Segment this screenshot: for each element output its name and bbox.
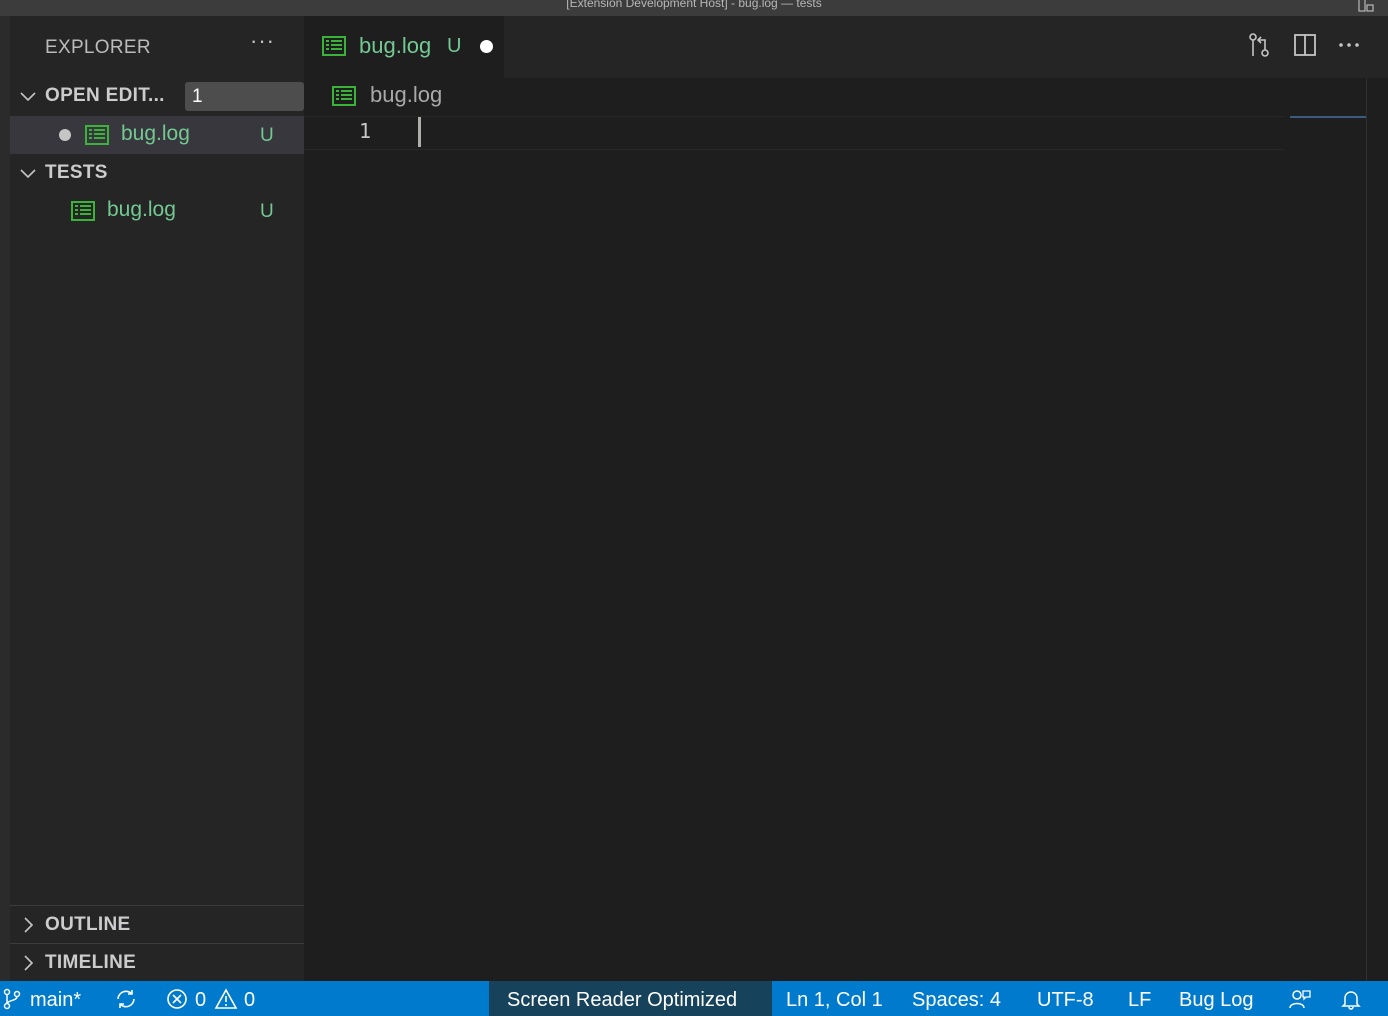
current-line[interactable]: 1 — [304, 116, 1284, 150]
git-branch[interactable]: main* — [30, 981, 81, 1016]
git-status-untracked: U — [260, 201, 274, 222]
open-editor-item-bug-log[interactable]: bug.log U — [10, 116, 304, 154]
indentation[interactable]: Spaces: 4 — [912, 981, 1001, 1016]
chevron-down-icon — [20, 169, 36, 179]
log-file-icon — [332, 86, 356, 106]
more-actions-icon[interactable] — [1334, 30, 1364, 60]
error-count[interactable]: 0 — [195, 981, 206, 1016]
log-file-icon — [71, 201, 95, 221]
window-title: [Extension Development Host] - bug.log —… — [566, 0, 822, 10]
outline-title: OUTLINE — [45, 914, 131, 935]
chevron-down-icon — [20, 92, 36, 102]
vertical-scrollbar[interactable] — [1366, 78, 1367, 981]
editor-area: bug.log U bug.log 1 — [304, 16, 1388, 981]
warning-count[interactable]: 0 — [244, 981, 255, 1016]
notifications-bell-icon[interactable] — [1340, 988, 1362, 1010]
cursor-position[interactable]: Ln 1, Col 1 — [786, 981, 883, 1016]
tests-folder-title: TESTS — [45, 162, 108, 183]
text-cursor — [418, 117, 421, 147]
breadcrumb[interactable]: bug.log — [304, 78, 1388, 116]
title-bar: [Extension Development Host] - bug.log —… — [0, 0, 1388, 16]
screen-reader-label: Screen Reader Optimized — [507, 989, 738, 1011]
git-status-untracked: U — [260, 125, 274, 146]
tree-file-name: bug.log — [107, 198, 176, 221]
log-file-icon — [322, 36, 346, 56]
unsaved-count-badge: 1 UNSAVED — [185, 82, 304, 136]
explorer-more-actions-icon[interactable]: ··· — [250, 28, 275, 54]
open-editor-file-name: bug.log — [121, 122, 190, 145]
log-file-icon — [85, 125, 109, 145]
chevron-right-icon — [24, 917, 34, 933]
tests-folder-section-header[interactable]: TESTS — [10, 155, 304, 191]
unsaved-dot-icon[interactable] — [59, 129, 71, 141]
breadcrumb-file-name: bug.log — [370, 82, 443, 107]
split-editor-icon[interactable] — [1290, 30, 1320, 60]
line-number: 1 — [359, 119, 372, 143]
open-editors-title: OPEN EDIT... — [45, 85, 165, 106]
chevron-right-icon — [24, 955, 34, 971]
explorer-title: EXPLORER — [45, 37, 151, 58]
sync-icon[interactable] — [114, 988, 138, 1010]
end-of-line[interactable]: LF — [1128, 981, 1151, 1016]
timeline-title: TIMELINE — [45, 952, 137, 973]
customize-layout-icon[interactable] — [1358, 0, 1374, 12]
tab-label: bug.log — [359, 33, 432, 58]
minimap-slider[interactable] — [1290, 116, 1366, 118]
tab-bug-log[interactable]: bug.log U — [304, 16, 504, 78]
tab-git-status: U — [447, 35, 462, 57]
timeline-section-header[interactable]: TIMELINE — [10, 943, 304, 981]
open-changes-icon[interactable] — [1244, 30, 1274, 60]
editor-tab-bar: bug.log U — [304, 16, 1388, 78]
unsaved-dot-icon[interactable] — [480, 40, 493, 53]
file-encoding[interactable]: UTF-8 — [1037, 981, 1094, 1016]
explorer-sidebar: EXPLORER ··· OPEN EDIT... 1 UNSAVED bug.… — [10, 16, 304, 981]
status-bar: main* 0 0 Screen Reader Optimized Ln 1, … — [0, 981, 1388, 1016]
error-icon[interactable] — [166, 988, 188, 1010]
outline-section-header[interactable]: OUTLINE — [10, 905, 304, 943]
feedback-icon[interactable] — [1288, 988, 1312, 1010]
source-control-branch-icon[interactable] — [2, 988, 22, 1010]
activity-bar — [0, 16, 10, 981]
warning-icon[interactable] — [214, 988, 238, 1010]
screen-reader-mode-item[interactable]: Screen Reader Optimized — [489, 981, 772, 1016]
explorer-header: EXPLORER ··· — [10, 16, 304, 76]
language-mode[interactable]: Bug Log — [1179, 981, 1254, 1016]
tree-item-bug-log[interactable]: bug.log U — [10, 192, 304, 230]
